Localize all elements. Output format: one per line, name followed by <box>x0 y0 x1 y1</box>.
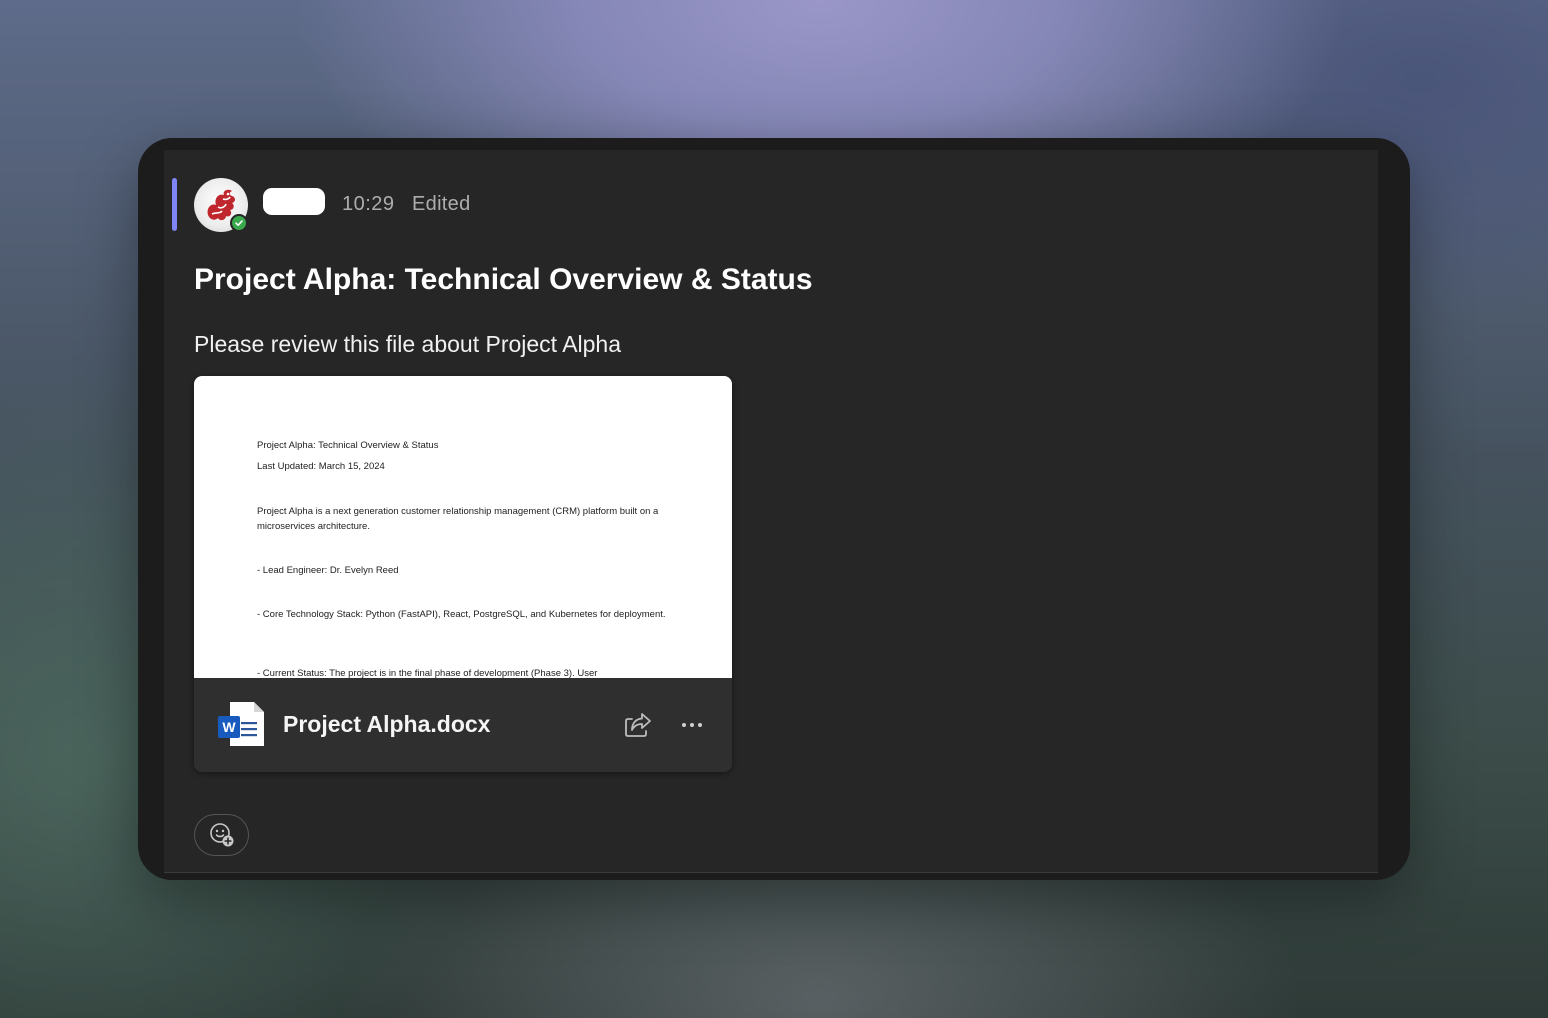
message-card: 10:29 Edited Project Alpha: Technical Ov… <box>164 150 1378 873</box>
message-timestamp: 10:29 <box>342 193 395 215</box>
preview-line: Project Alpha is a next generation custo… <box>257 506 661 532</box>
more-options-icon <box>682 723 686 727</box>
preview-line: - Core Technology Stack: Python (FastAPI… <box>257 609 666 620</box>
preview-line: - Current Status: The project is in the … <box>257 668 598 678</box>
share-button[interactable] <box>622 710 654 740</box>
word-document-icon: W <box>218 702 264 746</box>
preview-line: Project Alpha: Technical Overview & Stat… <box>257 440 439 451</box>
message-accent-bar <box>172 178 177 231</box>
svg-text:W: W <box>222 719 236 735</box>
more-options-button[interactable] <box>676 710 708 740</box>
more-options-icon <box>698 723 702 727</box>
message-window: 10:29 Edited Project Alpha: Technical Ov… <box>138 138 1410 880</box>
share-icon <box>625 713 651 737</box>
add-reaction-icon <box>209 823 233 847</box>
presence-available-icon <box>230 214 248 232</box>
file-attachment-card[interactable]: Project Alpha: Technical Overview & Stat… <box>194 376 732 772</box>
file-info-bar: W Project Alpha.docx <box>194 678 732 772</box>
message-title: Project Alpha: Technical Overview & Stat… <box>194 263 813 296</box>
message-body: Please review this file about Project Al… <box>194 331 622 357</box>
avatar[interactable] <box>194 178 248 232</box>
add-reaction-button[interactable] <box>194 814 249 856</box>
preview-line: - Lead Engineer: Dr. Evelyn Reed <box>257 565 399 576</box>
author-name-redacted[interactable] <box>263 188 325 215</box>
edited-label: Edited <box>412 193 471 215</box>
file-name[interactable]: Project Alpha.docx <box>283 711 490 738</box>
preview-line: Last Updated: March 15, 2024 <box>257 461 385 472</box>
more-options-icon <box>690 723 694 727</box>
document-preview[interactable]: Project Alpha: Technical Overview & Stat… <box>194 376 732 678</box>
